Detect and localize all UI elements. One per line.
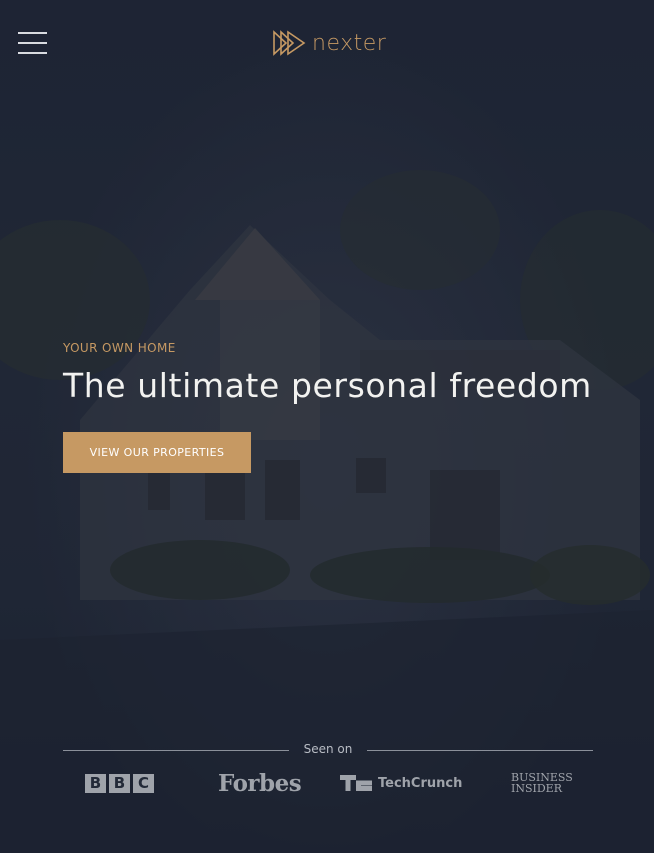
bbc-letter-b2: B — [109, 773, 130, 793]
bi-line-2: INSIDER — [511, 782, 562, 795]
seen-on-label: Seen on — [303, 742, 353, 756]
logo-text: nexter — [312, 30, 387, 56]
view-properties-button[interactable]: VIEW OUR PROPERTIES — [63, 432, 251, 473]
techcrunch-mark-icon — [340, 775, 372, 791]
site-logo[interactable]: nexter — [272, 28, 386, 58]
forbes-logo: Forbes — [218, 769, 302, 797]
menu-line-middle — [18, 42, 47, 44]
bbc-letter-b1: B — [85, 773, 106, 793]
hamburger-menu-icon[interactable] — [18, 31, 48, 57]
dark-overlay — [0, 0, 654, 853]
bbc-letter-c: C — [133, 773, 154, 793]
business-insider-logo: BUSINESS INSIDER — [511, 768, 573, 798]
bbc-logo: B B C — [85, 768, 154, 798]
divider-left — [63, 750, 289, 751]
hero-section: nexter YOUR OWN HOME The ultimate person… — [0, 0, 654, 853]
techcrunch-logo: TechCrunch — [340, 768, 462, 798]
menu-line-top — [18, 32, 47, 34]
hero-headline: The ultimate personal freedom — [63, 366, 592, 405]
divider-right — [367, 750, 593, 751]
hero-kicker: YOUR OWN HOME — [63, 341, 176, 355]
triple-play-triangle-icon — [273, 30, 306, 56]
techcrunch-wordmark: TechCrunch — [378, 775, 463, 791]
menu-line-bottom — [18, 52, 47, 54]
